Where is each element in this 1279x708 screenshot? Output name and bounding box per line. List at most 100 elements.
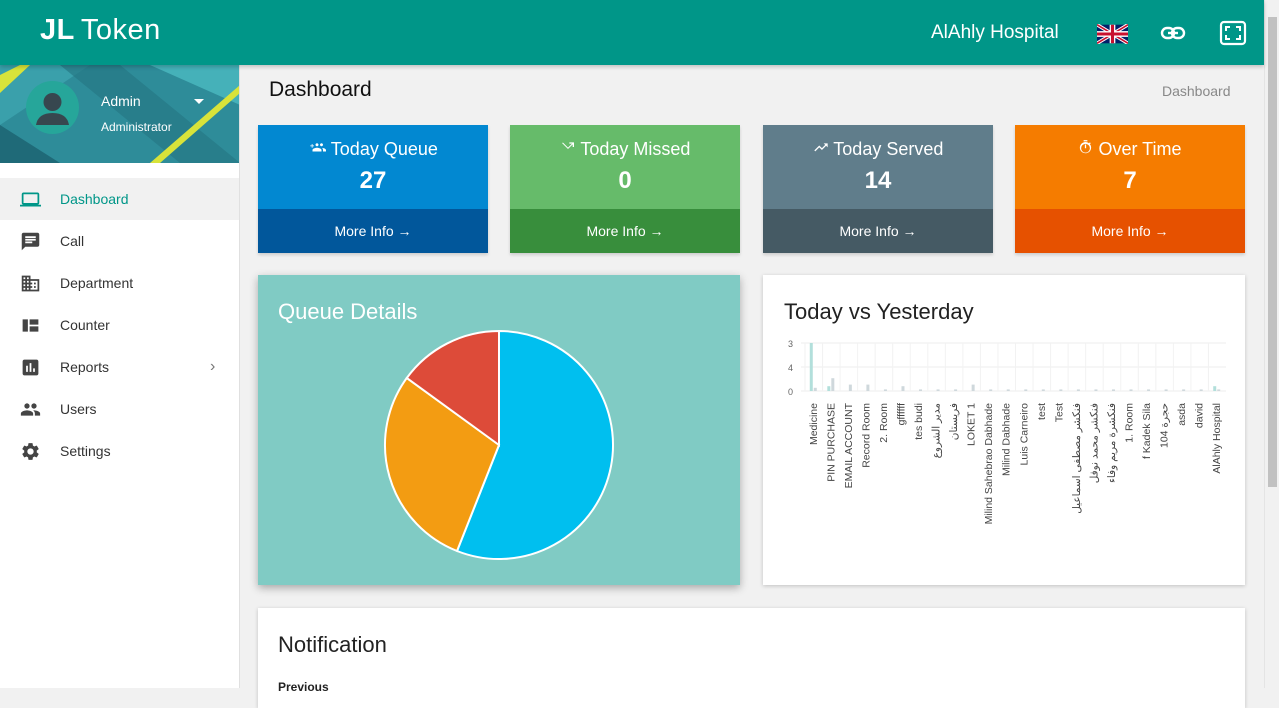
x-tick-label: Milind Dabhade	[1001, 403, 1013, 476]
brand-logo[interactable]: JL Token	[40, 14, 161, 47]
main-content: Dashboard Dashboard Today Queue 27 More …	[241, 65, 1264, 708]
sidebar-item-label: Users	[60, 401, 97, 417]
scrollbar-thumb[interactable]	[1268, 17, 1277, 487]
more-info-link[interactable]: More Info →	[1015, 209, 1245, 253]
bar[interactable]	[1059, 389, 1063, 391]
more-info-link[interactable]: More Info →	[763, 209, 993, 253]
bar[interactable]	[1111, 389, 1115, 391]
sidebar-item-label: Department	[60, 275, 134, 291]
x-tick-label: f Kadek Sila	[1141, 403, 1153, 459]
stat-value: 0	[618, 167, 632, 194]
bar[interactable]	[1199, 389, 1203, 391]
breadcrumb[interactable]: Dashboard	[1162, 83, 1231, 99]
x-tick-label: فريستان	[948, 403, 960, 440]
x-tick-label: tes budi	[913, 403, 925, 440]
page-title: Dashboard	[269, 78, 372, 101]
user-name[interactable]: Admin	[101, 93, 141, 109]
trending-up-icon	[813, 143, 828, 152]
sidebar-item-users[interactable]: Users	[0, 388, 239, 430]
bar[interactable]	[866, 384, 870, 391]
x-tick-label: 2. Room	[878, 403, 890, 443]
sidebar-item-department[interactable]: Department	[0, 262, 239, 304]
timer-icon	[1080, 140, 1092, 154]
stat-title: Over Time	[1015, 139, 1245, 160]
x-tick-label: فنكشرة مريم وفاء	[1106, 403, 1118, 483]
stat-card-today-queue: Today Queue 27 More Info →	[258, 125, 488, 253]
bar[interactable]	[1094, 389, 1098, 391]
sidebar: Admin Administrator Dashboard Call Depar…	[0, 65, 240, 688]
x-tick-label: gffffff	[895, 403, 907, 425]
avatar[interactable]	[26, 81, 79, 134]
page-scrollbar[interactable]	[1264, 0, 1279, 688]
bar[interactable]	[1213, 386, 1217, 391]
more-info-link[interactable]: More Info →	[258, 209, 488, 253]
bar[interactable]	[883, 389, 887, 391]
queue-details-panel: Queue Details	[258, 275, 740, 585]
x-tick-label: Luis Carneiro	[1018, 403, 1030, 466]
bar[interactable]	[936, 389, 940, 391]
x-tick-label: مدير الشروع	[931, 403, 943, 459]
user-role: Administrator	[101, 120, 172, 134]
sidebar-menu: Dashboard Call Department Counter Report…	[0, 178, 239, 472]
bar[interactable]	[901, 386, 905, 391]
x-tick-label: 1. Room	[1124, 403, 1136, 443]
x-tick-label: فنكشر محمد نوفل	[1088, 403, 1100, 483]
bar[interactable]	[1147, 389, 1151, 391]
bar[interactable]	[954, 389, 958, 391]
dashboard-grid-icon	[22, 318, 39, 332]
bar-chart-icon	[22, 359, 39, 375]
bar[interactable]	[919, 389, 923, 391]
sidebar-item-counter[interactable]: Counter	[0, 304, 239, 346]
bar[interactable]	[1041, 389, 1045, 391]
sidebar-item-label: Dashboard	[60, 191, 129, 207]
uk-flag-icon[interactable]	[1097, 24, 1128, 44]
bar[interactable]	[989, 389, 993, 391]
bar[interactable]	[1076, 389, 1080, 391]
link-icon[interactable]	[1160, 23, 1186, 43]
sidebar-item-label: Settings	[60, 443, 111, 459]
user-dropdown-caret-icon[interactable]	[194, 99, 204, 104]
y-tick-label: 3	[788, 339, 793, 349]
arrow-right-icon: →	[902, 223, 917, 239]
bar[interactable]	[1217, 389, 1221, 391]
sidebar-item-dashboard[interactable]: Dashboard	[0, 178, 239, 220]
sidebar-item-reports[interactable]: Reports ›	[0, 346, 239, 388]
stat-title: Today Served	[763, 139, 993, 160]
bar[interactable]	[827, 386, 831, 391]
arrow-right-icon: →	[1154, 223, 1169, 239]
fullscreen-icon[interactable]	[1219, 20, 1247, 46]
stat-value: 7	[1123, 167, 1137, 194]
stat-title: Today Queue	[258, 139, 488, 160]
x-tick-label: LOKET 1	[966, 403, 978, 446]
stat-value: 14	[864, 167, 892, 194]
x-tick-label: 104 حجرة	[1159, 403, 1171, 448]
x-tick-label: PIN PURCHASE	[825, 403, 837, 482]
bar[interactable]	[1129, 389, 1133, 391]
bar[interactable]	[1182, 389, 1186, 391]
x-tick-label: Test	[1053, 403, 1065, 422]
sidebar-item-settings[interactable]: Settings	[0, 430, 239, 472]
queue-pie-chart	[384, 329, 614, 560]
more-info-link[interactable]: More Info →	[510, 209, 740, 253]
bar[interactable]	[831, 378, 835, 391]
bar[interactable]	[809, 343, 813, 391]
sidebar-item-call[interactable]: Call	[0, 220, 239, 262]
bar[interactable]	[1024, 389, 1028, 391]
missed-icon	[561, 142, 574, 149]
sidebar-item-label: Counter	[60, 317, 110, 333]
people-icon	[20, 402, 41, 416]
arrow-right-icon: →	[397, 223, 412, 239]
gear-icon	[22, 442, 39, 460]
today-vs-yesterday-panel: Today vs Yesterday 3 4 0 Medicine PIN PURCHA…	[763, 275, 1245, 585]
stat-card-today-served: Today Served 14 More Info →	[763, 125, 993, 253]
bar[interactable]	[813, 387, 817, 391]
bar[interactable]	[848, 384, 852, 391]
bar[interactable]	[1006, 389, 1010, 391]
x-tick-label: AlAhly Hospital	[1211, 403, 1223, 474]
bar[interactable]	[1164, 389, 1168, 391]
sidebar-item-label: Reports	[60, 359, 110, 375]
bar[interactable]	[971, 384, 975, 391]
x-tick-label: فنكشر مصطفى اسماعيل	[1071, 403, 1083, 514]
stat-title: Today Missed	[510, 139, 740, 160]
chevron-right-icon: ›	[210, 358, 216, 375]
